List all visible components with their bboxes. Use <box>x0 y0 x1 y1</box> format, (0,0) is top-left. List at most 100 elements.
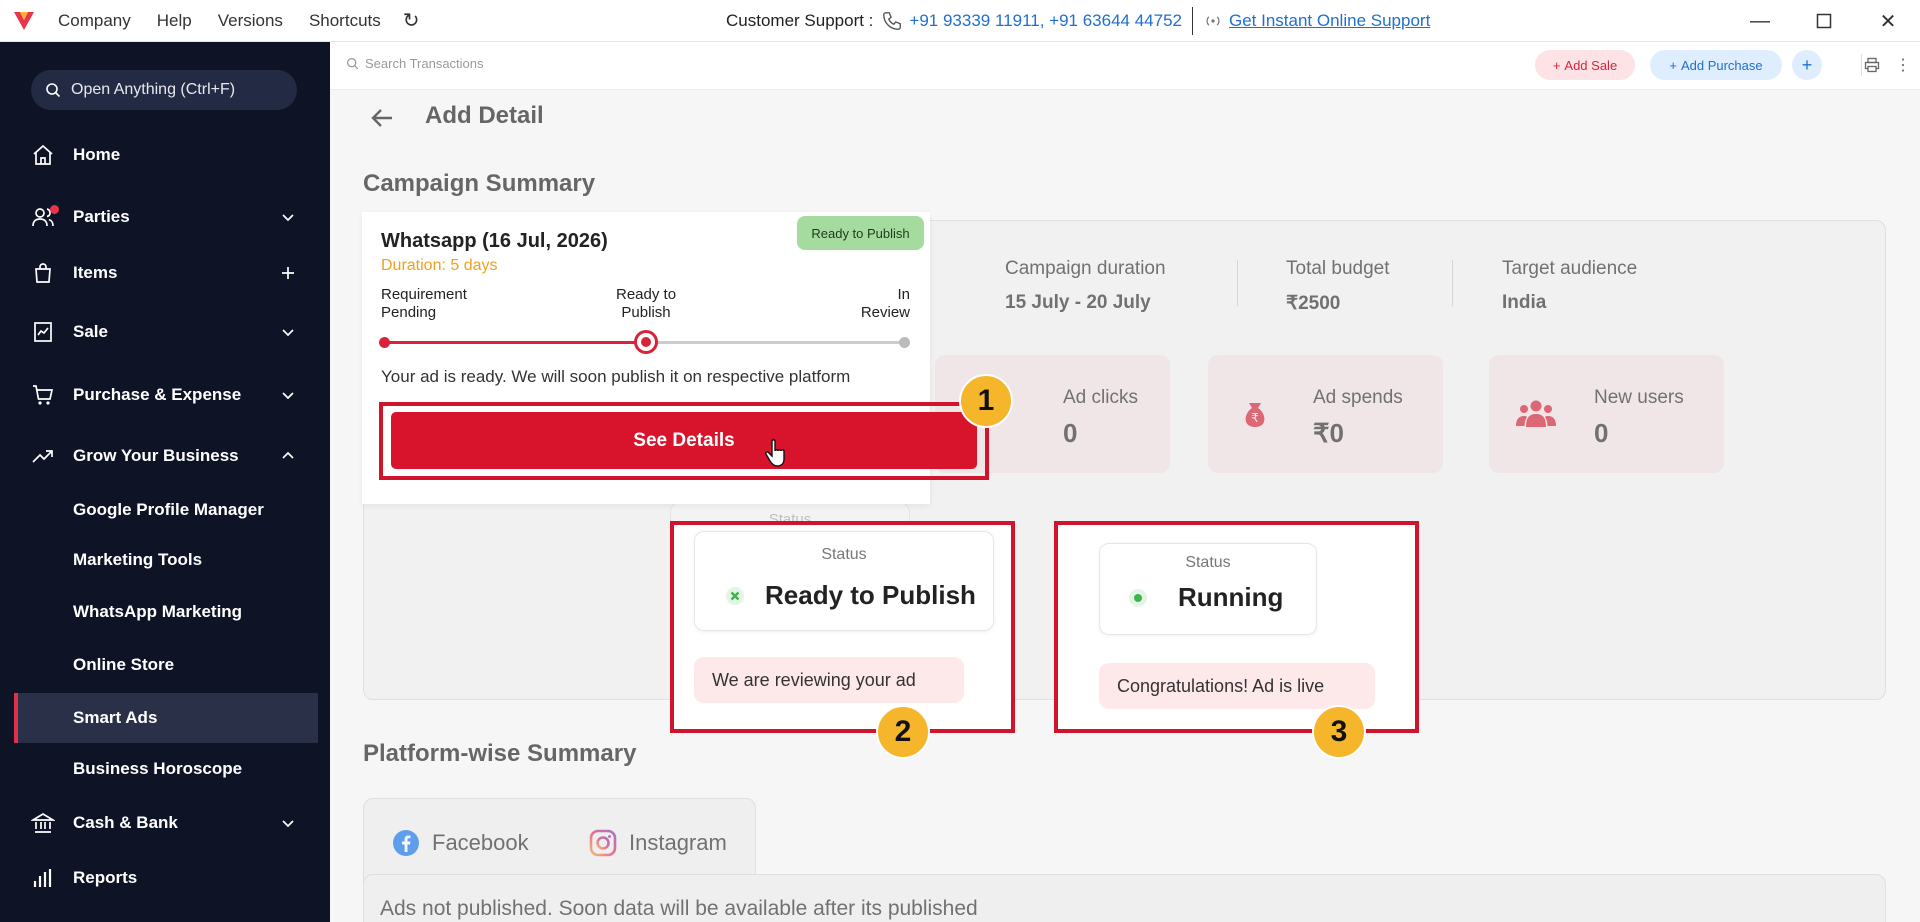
sidebar-subitem-label: Business Horoscope <box>73 759 243 778</box>
divider <box>1237 260 1238 306</box>
progress-fill <box>384 341 646 344</box>
svg-text:₹: ₹ <box>1251 411 1259 425</box>
highlight-box <box>670 521 1015 733</box>
menu-versions[interactable]: Versions <box>218 11 283 31</box>
metric-ad-spends: ₹ Ad spends ₹0 <box>1208 355 1443 473</box>
metric-value: 0 <box>1063 418 1078 448</box>
sidebar-subitem-marketing-tools[interactable]: Marketing Tools <box>0 536 330 584</box>
add-sale-button[interactable]: + Add Sale <box>1535 50 1635 80</box>
add-sale-label: Add Sale <box>1564 57 1618 73</box>
target-audience: Target audience India <box>1502 258 1637 314</box>
tab-label: Facebook <box>432 830 529 855</box>
divider <box>1452 260 1453 306</box>
bar-chart-icon <box>33 869 52 887</box>
metric-label: Ad spends <box>1313 387 1403 408</box>
search-transactions[interactable]: Search Transactions <box>346 56 484 71</box>
chevron-down-icon[interactable] <box>280 387 296 403</box>
close-icon[interactable]: ✕ <box>1868 0 1908 42</box>
print-icon[interactable] <box>1861 54 1883 76</box>
open-anything-search[interactable]: Open Anything (Ctrl+F) <box>31 70 297 110</box>
campaign-message: Your ad is ready. We will soon publish i… <box>381 367 851 386</box>
sidebar-subitem-business-horoscope[interactable]: Business Horoscope <box>0 745 330 793</box>
sidebar: Open Anything (Ctrl+F) Home Parties Item… <box>0 42 330 922</box>
add-purchase-label: Add Purchase <box>1680 57 1763 73</box>
sidebar-item-label: Parties <box>73 207 130 226</box>
callout-number-2: 2 <box>876 705 930 759</box>
more-options-icon[interactable]: ⋮ <box>1892 54 1914 76</box>
sidebar-item-home[interactable]: Home <box>0 131 330 179</box>
stat-value: India <box>1502 292 1547 313</box>
campaign-duration-text: Duration: 5 days <box>381 257 498 274</box>
sidebar-subitem-label: Google Profile Manager <box>73 500 264 519</box>
step-requirement-pending: Requirement Pending <box>381 286 467 322</box>
sidebar-item-reports[interactable]: Reports <box>0 854 330 902</box>
trend-icon <box>32 450 53 463</box>
sidebar-subitem-label: Smart Ads <box>73 708 158 727</box>
menu-help[interactable]: Help <box>157 11 192 31</box>
add-purchase-button[interactable]: + Add Purchase <box>1650 50 1782 80</box>
step-label-line: Publish <box>621 304 671 321</box>
page-title: Add Detail <box>425 102 544 129</box>
menu-company[interactable]: Company <box>58 11 131 31</box>
sidebar-item-label: Items <box>73 263 118 282</box>
phone-icon <box>883 12 902 30</box>
step-ready-to-publish: Ready to Publish <box>616 286 676 322</box>
sidebar-subitem-label: WhatsApp Marketing <box>73 602 243 621</box>
sidebar-item-label: Purchase & Expense <box>73 385 242 404</box>
chevron-down-icon[interactable] <box>280 209 296 225</box>
chevron-down-icon[interactable] <box>280 815 296 831</box>
refresh-icon[interactable]: ↻ <box>403 8 420 33</box>
sidebar-item-label: Home <box>73 145 121 164</box>
step-label-line: In <box>897 286 910 303</box>
campaign-title: Whatsapp (16 Jul, 2026) <box>381 230 608 252</box>
metric-value: ₹0 <box>1313 418 1345 448</box>
minimize-icon[interactable]: — <box>1740 0 1780 42</box>
progress-dot-current <box>634 330 658 354</box>
search-placeholder: Open Anything (Ctrl+F) <box>71 81 236 98</box>
group-icon <box>1516 400 1556 427</box>
step-label-line: Review <box>860 304 910 321</box>
search-placeholder: Search Transactions <box>365 56 484 71</box>
bank-icon <box>31 813 55 833</box>
divider <box>1192 7 1193 35</box>
stat-label: Campaign duration <box>1005 258 1166 279</box>
sidebar-subitem-label: Marketing Tools <box>73 550 203 569</box>
callout-number-1: 1 <box>959 374 1013 428</box>
campaign-duration: Campaign duration 15 July - 20 July <box>1005 258 1166 314</box>
sidebar-subitem-online-store[interactable]: Online Store <box>0 641 330 689</box>
status-badge: Ready to Publish <box>797 216 924 250</box>
sidebar-item-purchase-expense[interactable]: Purchase & Expense <box>0 371 330 419</box>
sidebar-item-parties[interactable]: Parties <box>0 193 330 241</box>
see-details-button[interactable]: See Details <box>391 412 977 469</box>
sidebar-item-items[interactable]: Items <box>0 249 330 297</box>
money-bag-icon: ₹ <box>1245 403 1265 427</box>
maximize-icon[interactable] <box>1804 0 1844 42</box>
sidebar-item-sale[interactable]: Sale <box>0 308 330 356</box>
progress-dot-start <box>379 337 390 348</box>
plus-icon[interactable] <box>280 265 296 281</box>
metric-value: 0 <box>1594 418 1609 448</box>
stat-value: 15 July - 20 July <box>1005 292 1151 313</box>
tab-instagram[interactable]: Instagram <box>589 829 727 857</box>
back-arrow-icon[interactable] <box>368 104 396 132</box>
total-budget: Total budget ₹2500 <box>1286 258 1390 315</box>
tab-label: Instagram <box>629 830 727 855</box>
step-in-review: In Review <box>852 286 910 322</box>
sidebar-subitem-smart-ads[interactable]: Smart Ads <box>14 693 318 743</box>
online-support-link[interactable]: Get Instant Online Support <box>1229 11 1430 31</box>
support-phones[interactable]: +91 93339 11911, +91 63644 44752 <box>909 11 1182 31</box>
sidebar-subitem-whatsapp-marketing[interactable]: WhatsApp Marketing <box>0 588 330 636</box>
app-logo-icon <box>14 11 34 30</box>
menu-shortcuts[interactable]: Shortcuts <box>309 11 381 31</box>
tab-facebook[interactable]: Facebook <box>392 829 529 857</box>
sidebar-item-grow-your-business[interactable]: Grow Your Business <box>0 432 330 480</box>
sidebar-item-cash-bank[interactable]: Cash & Bank <box>0 799 330 847</box>
stat-label: Target audience <box>1502 258 1638 279</box>
sidebar-subitem-google-profile-manager[interactable]: Google Profile Manager <box>0 486 330 534</box>
chevron-down-icon[interactable] <box>280 324 296 340</box>
sidebar-item-label: Cash & Bank <box>73 813 178 832</box>
chevron-up-icon[interactable] <box>280 448 296 464</box>
metric-label: Ad clicks <box>1063 387 1138 408</box>
signal-icon <box>1206 16 1220 26</box>
add-more-button[interactable]: + <box>1792 50 1822 80</box>
